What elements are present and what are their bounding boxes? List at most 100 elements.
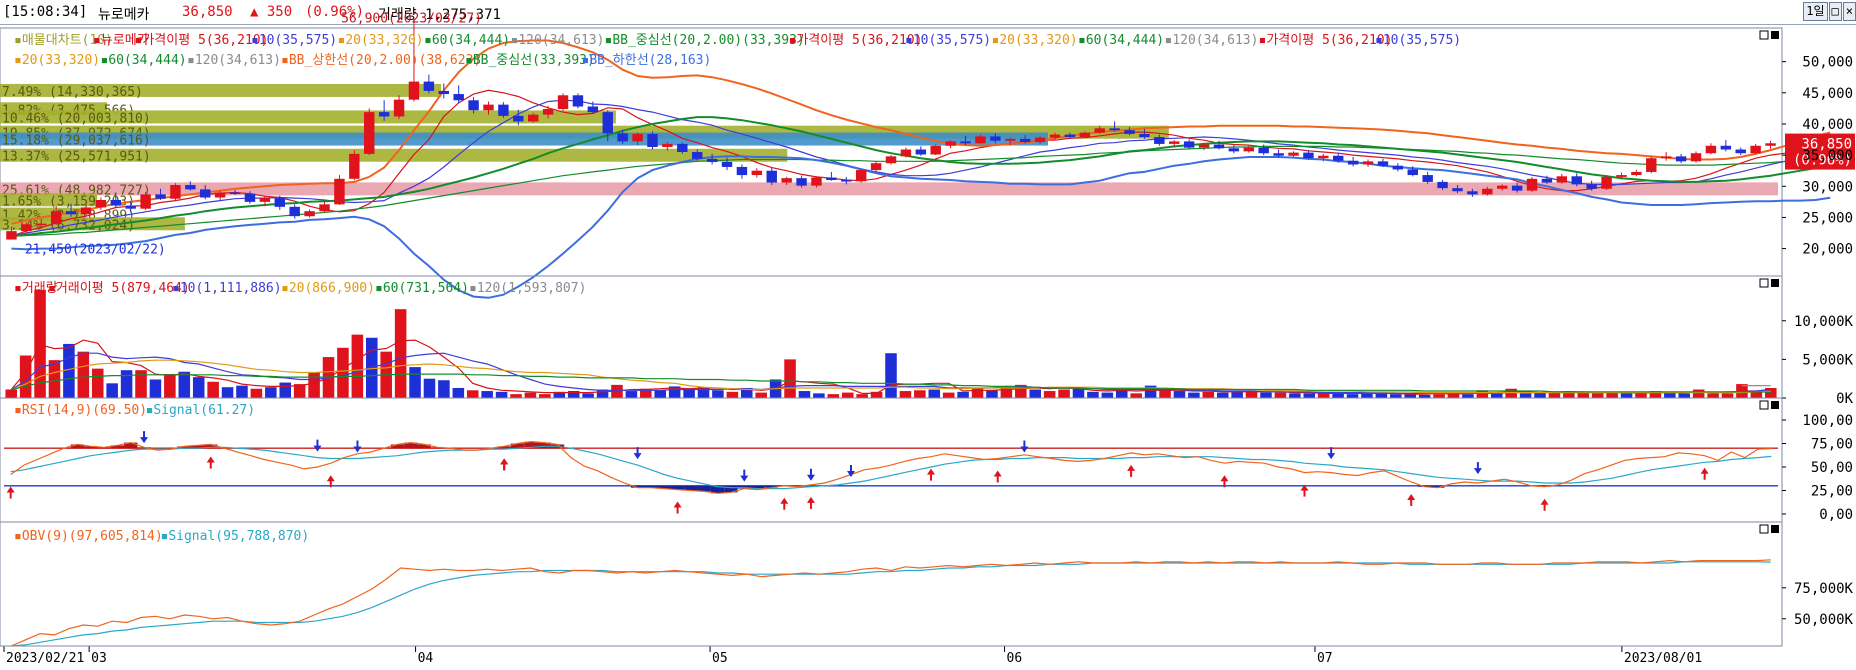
candle-body-87 — [1303, 152, 1314, 159]
candle-body-43 — [647, 133, 658, 148]
volume-legend-3: ▪20(866,900) — [281, 281, 375, 296]
volume-bar-112 — [1620, 393, 1633, 398]
rsi-buy-arrow-7 — [806, 496, 815, 509]
rsi-sell-arrow-3 — [633, 447, 642, 460]
candle-body-42 — [632, 133, 643, 142]
candle-body-28 — [423, 81, 435, 91]
rsi-buy-arrow-8 — [927, 468, 936, 481]
volume-bar-16 — [236, 385, 248, 398]
price-axis-tick-label-3: 35,000 — [1802, 148, 1853, 164]
volume-bar-30 — [438, 380, 450, 398]
volume-bar-87 — [1260, 392, 1272, 398]
volume-bar-37 — [539, 394, 551, 398]
candle-body-66 — [990, 136, 1001, 141]
price-legend-row2-4: ▪BB_중심선(33,393) — [465, 53, 595, 68]
candle-body-17 — [259, 198, 271, 202]
volume-bar-54 — [784, 359, 796, 398]
volume-bar-119 — [1721, 393, 1734, 398]
stock-chart[interactable]: 7.49% (14,330,365)1.82% (3,475,566)10.46… — [0, 0, 1856, 670]
obv-line — [10, 559, 1771, 647]
candle-body-33 — [498, 104, 509, 116]
volume-profile-label-5: 13.37% (25,571,951) — [2, 150, 151, 165]
obv-legend-0: ▪OBV(9)(97,605,814) — [14, 529, 163, 544]
candle-body-37 — [557, 95, 569, 110]
candle-body-45 — [677, 143, 688, 152]
candle-body-13 — [200, 189, 211, 198]
candle-body-104 — [1556, 176, 1568, 183]
volume-bar-80 — [1159, 390, 1171, 398]
volume-bar-10 — [149, 379, 162, 398]
volume-bar-23 — [337, 347, 349, 398]
candle-body-26 — [393, 99, 405, 117]
rsi-buy-arrow-0 — [6, 486, 15, 499]
volume-bar-85 — [1231, 391, 1243, 398]
candle-body-18 — [274, 198, 286, 207]
candle-body-21 — [319, 204, 330, 212]
candle-body-19 — [289, 206, 300, 217]
volume-bar-63 — [914, 390, 926, 398]
volume-bar-84 — [1216, 392, 1229, 398]
rsi-axis-tick-label-4: 0,00 — [1819, 507, 1853, 523]
candle-body-114 — [1705, 145, 1717, 154]
price-axis-tick-label-4: 30,000 — [1802, 179, 1853, 195]
candle-body-48 — [721, 161, 733, 167]
price-legend-row2-1: ▪60(34,444) — [101, 53, 187, 68]
price-axis-tick-label-6: 20,000 — [1802, 242, 1853, 258]
candle-body-54 — [811, 177, 822, 186]
volume-legend-4: ▪60(731,564) — [375, 281, 469, 296]
price-axis-tick-label-2: 40,000 — [1802, 117, 1853, 133]
candle-body-58 — [870, 163, 882, 171]
candle-body-2 — [36, 223, 47, 226]
volume-bar-74 — [1072, 388, 1085, 398]
volume-bar-89 — [1289, 393, 1301, 398]
candle-body-6 — [95, 199, 107, 208]
volume-legend-2: ▪10(1,111,886) — [172, 281, 282, 296]
volume-legend-5: ▪120(1,593,807) — [469, 281, 586, 296]
x-axis-label-4: 06 — [1007, 651, 1023, 666]
volume-bar-24 — [351, 334, 364, 398]
rsi-sell-arrow-2 — [353, 440, 362, 453]
volume-bar-21 — [308, 372, 320, 398]
rsi-sell-arrow-4 — [740, 469, 749, 482]
volume-profile-bar-6 — [0, 182, 1778, 196]
candle-body-92 — [1377, 161, 1389, 166]
candle-body-83 — [1243, 147, 1254, 152]
rsi-legend-1: ▪Signal(61.27) — [146, 403, 256, 418]
candle-body-55 — [826, 177, 837, 181]
candle-body-52 — [781, 178, 792, 183]
candle-body-38 — [572, 95, 584, 107]
volume-bar-109 — [1577, 392, 1590, 398]
candle-body-64 — [960, 141, 971, 144]
candle-body-12 — [185, 185, 196, 190]
rsi-sell-arrow-9 — [1473, 462, 1482, 475]
candle-body-82 — [1228, 148, 1240, 152]
obv-legend-1: ▪Signal(95,788,870) — [161, 529, 310, 544]
volume-bar-40 — [582, 393, 594, 398]
candle-body-10 — [155, 194, 166, 199]
x-axis-label-6: 2023/08/01 — [1624, 651, 1702, 666]
price-legend-row1-12: ▪120(34,613) — [1165, 33, 1259, 48]
volume-bar-94 — [1361, 393, 1373, 398]
candle-body-74 — [1109, 128, 1120, 131]
candle-body-8 — [125, 205, 136, 209]
candle-body-69 — [1034, 137, 1046, 143]
volume-bar-121 — [1750, 391, 1763, 398]
rsi-axis-tick-label-0: 100,00 — [1802, 413, 1853, 429]
candle-body-93 — [1392, 165, 1404, 170]
rsi-buy-arrow-13 — [1407, 494, 1416, 507]
price-legend-row1-11: ▪60(34,444) — [1078, 33, 1164, 48]
candle-body-27 — [408, 81, 420, 100]
candle-body-109 — [1631, 171, 1642, 176]
candle-body-23 — [349, 153, 360, 179]
price-legend-row2-2: ▪120(34,613) — [187, 53, 281, 68]
price-axis-tick-label-5: 25,000 — [1802, 210, 1853, 226]
price-legend-row2-5: ▪BB_하한선(28,163) — [582, 53, 712, 68]
candle-body-40 — [602, 112, 613, 134]
candle-body-96 — [1437, 181, 1448, 189]
candle-body-9 — [140, 194, 151, 209]
candle-body-63 — [945, 141, 956, 146]
candle-body-15 — [229, 192, 241, 195]
volume-axis-tick-label-2: 0K — [1836, 391, 1853, 407]
volume-bar-64 — [928, 389, 941, 398]
obv-panel-close-icon — [1771, 525, 1779, 533]
